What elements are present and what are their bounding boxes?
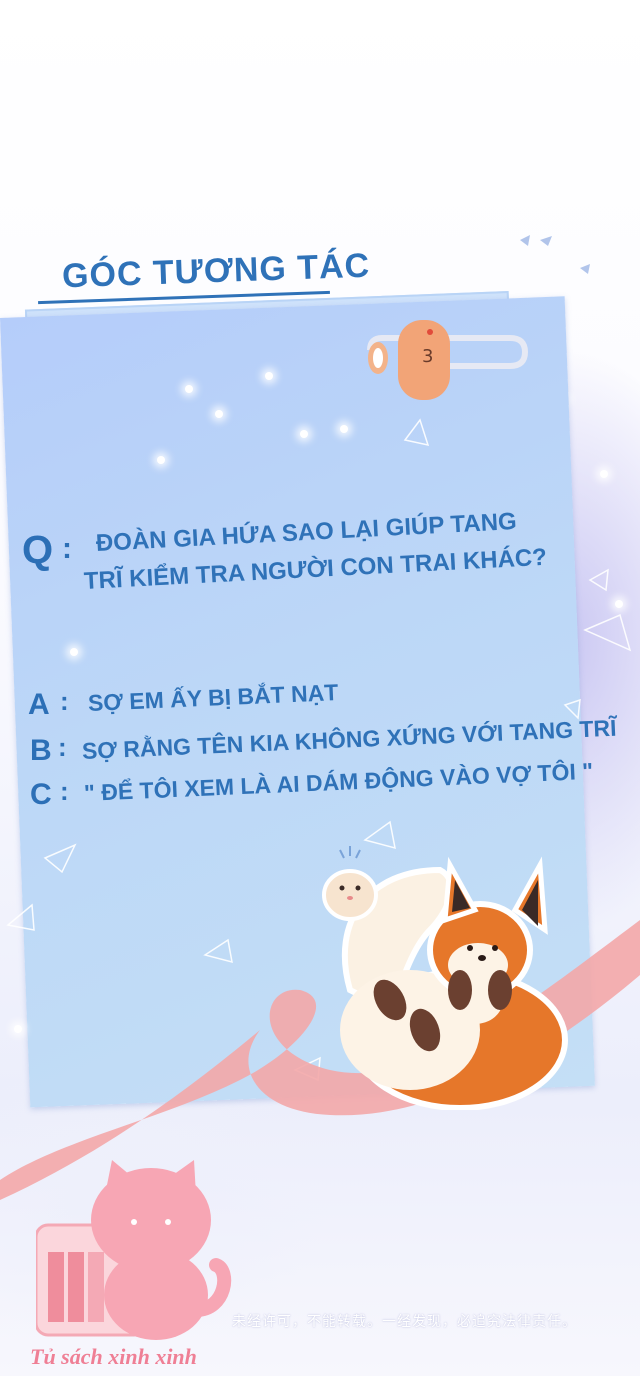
copyright-watermark: 未经许可，不能转载。一经发现，必追究法律责任。 <box>232 1313 577 1329</box>
brand-name: Tủ sách xinh xinh <box>30 1344 197 1369</box>
pink-cat-logo <box>36 1160 232 1340</box>
fox-illustration <box>322 846 568 1110</box>
